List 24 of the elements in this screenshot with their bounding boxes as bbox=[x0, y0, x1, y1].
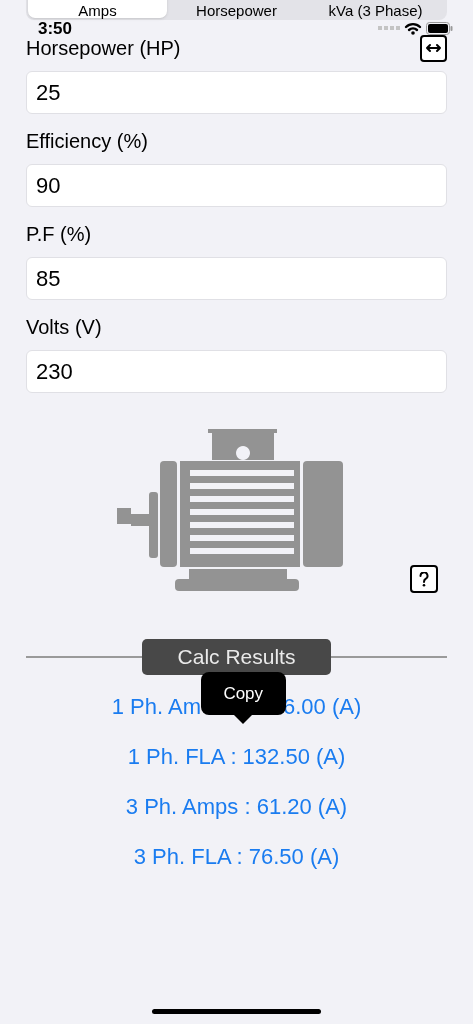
result-text[interactable]: 1 Ph. Am bbox=[111, 689, 201, 723]
result-text[interactable]: 3 Ph. FLA : 76.50 (A) bbox=[133, 831, 340, 881]
field-label: Volts (V) bbox=[26, 315, 102, 340]
status-time: 3:50 bbox=[38, 19, 73, 37]
swap-button[interactable] bbox=[420, 34, 447, 62]
results-heading: Calc Results bbox=[142, 639, 331, 675]
help-button[interactable] bbox=[410, 565, 438, 593]
battery-icon bbox=[426, 21, 453, 35]
result-text[interactable]: 1 Ph. FLA : 132.50 (A) bbox=[127, 731, 346, 781]
number-field[interactable]: 230 bbox=[26, 350, 447, 393]
swap-arrows-icon bbox=[425, 43, 442, 53]
field-label: P.F (%) bbox=[26, 222, 92, 247]
tab[interactable]: Amps bbox=[28, 0, 167, 18]
wifi-icon bbox=[404, 21, 422, 35]
field-label: Horsepower (HP) bbox=[26, 36, 181, 61]
field-label: Efficiency (%) bbox=[26, 129, 148, 154]
result-text[interactable]: 3 Ph. Amps : 61.20 (A) bbox=[125, 781, 348, 831]
signal-icon bbox=[378, 26, 400, 30]
number-field[interactable]: 90 bbox=[26, 164, 447, 207]
tab[interactable]: Horsepower bbox=[167, 0, 306, 18]
number-field[interactable]: 25 bbox=[26, 71, 447, 114]
question-icon bbox=[419, 571, 429, 587]
tab[interactable]: kVa (3 Phase) bbox=[306, 0, 445, 18]
number-field[interactable]: 85 bbox=[26, 257, 447, 300]
